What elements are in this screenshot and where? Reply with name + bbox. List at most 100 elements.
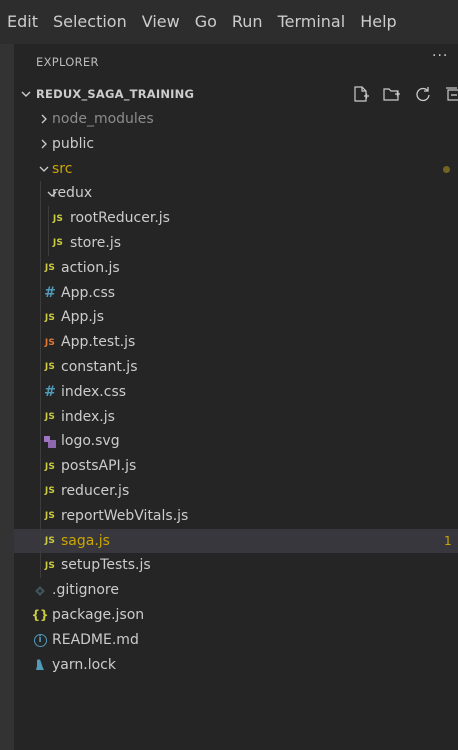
json-file-icon: {} [31,608,49,623]
tree-file-row[interactable]: JS rootReducer.js [14,206,458,231]
tree-item-label: src [52,160,73,177]
indent-guide [40,503,41,529]
explorer-header: EXPLORER ··· [14,44,458,80]
tree-item-label: redux [52,185,93,202]
tree-file-row[interactable]: JS action.js [14,255,458,281]
tree-folder-row[interactable]: redux [14,181,458,207]
modified-dot-icon [443,165,450,173]
menu-help[interactable]: Help [353,0,404,44]
indent-guide [48,231,49,256]
javascript-file-icon: JS [44,337,56,348]
javascript-file-icon: JS [44,486,56,497]
tree-item-label: constant.js [61,359,138,375]
indent-guide [40,379,41,405]
explorer-sidebar: EXPLORER ··· REDUX_SAGA_TRAINING node_mo… [14,44,458,750]
tree-folder-row[interactable]: public [14,132,458,157]
tree-item-label: yarn.lock [52,656,116,673]
indent-guide [40,255,41,281]
tree-item-label: node_modules [52,111,154,127]
new-file-icon[interactable] [352,85,370,103]
menu-run[interactable]: Run [225,0,271,44]
tree-file-row[interactable]: JS postsAPI.js [14,454,458,479]
tree-file-row[interactable]: # index.css [14,379,458,405]
tree-item-label: reducer.js [61,483,130,499]
collapse-all-icon[interactable] [444,85,458,103]
tree-file-row[interactable]: JS App.js [14,305,458,331]
tree-file-row[interactable]: JS constant.js [14,355,458,380]
tree-item-label: setupTests.js [61,557,151,574]
tree-file-row[interactable]: logo.svg [14,429,458,455]
tree-item-label: .gitignore [52,582,119,599]
css-file-icon: # [44,284,56,301]
workspace-folder-name: REDUX_SAGA_TRAINING [36,87,195,101]
tree-item-label: index.js [61,408,115,425]
git-file-icon [32,578,48,603]
new-folder-icon[interactable] [383,85,401,103]
menu-view[interactable]: View [135,0,188,44]
javascript-file-icon: JS [44,511,56,522]
indent-guide [40,429,41,455]
tree-item-label: store.js [70,235,122,251]
problem-count-badge: 1 [444,533,452,548]
indent-guide [40,231,41,256]
yarn-file-icon [32,653,48,678]
tree-file-row[interactable]: .gitignore [14,578,458,603]
indent-guide [40,330,41,355]
tree-file-row[interactable]: {} package.json [14,603,458,628]
tree-item-label: reportWebVitals.js [61,507,189,524]
menu-selection[interactable]: Selection [46,0,135,44]
chevron-right-icon [36,132,52,157]
tree-file-row[interactable]: JS store.js [14,231,458,256]
chevron-down-icon [36,157,52,182]
chevron-down-icon [21,91,31,97]
tree-file-row[interactable]: JS saga.js 1 [14,528,458,554]
workspace-folder-header[interactable]: REDUX_SAGA_TRAINING [14,82,458,106]
indent-guide [40,404,41,430]
tree-file-row[interactable]: JS App.test.js [14,330,458,355]
menu-terminal[interactable]: Terminal [271,0,354,44]
tree-item-label: package.json [52,607,145,623]
javascript-file-icon: JS [44,411,56,422]
refresh-icon[interactable] [414,85,432,103]
indent-guide [40,479,41,504]
indent-guide [40,528,41,554]
info-icon: i [32,628,48,653]
tree-file-row[interactable]: # App.css [14,280,458,306]
javascript-file-icon: JS [52,238,64,249]
indent-guide [40,355,41,380]
menu-go[interactable]: Go [188,0,225,44]
tree-item-label: public [52,135,95,152]
javascript-file-icon: JS [44,263,56,274]
javascript-file-icon: JS [44,461,56,472]
tree-file-row[interactable]: JS index.js [14,404,458,430]
indent-guide [48,206,49,231]
tree-file-row[interactable]: JS setupTests.js [14,553,458,579]
ellipsis-icon[interactable]: ··· [432,48,448,64]
tree-item-label: README.md [52,631,139,648]
activity-bar [0,44,14,750]
tree-folder-row[interactable]: src [14,157,458,182]
tree-file-row[interactable]: JS reducer.js [14,479,458,504]
indent-guide [40,181,41,207]
tree-file-row[interactable]: i README.md [14,628,458,653]
tree-item-label: App.css [61,284,116,301]
tree-folder-row[interactable]: node_modules [14,107,458,132]
tree-item-label: action.js [61,259,120,276]
menu-edit[interactable]: Edit [0,0,46,44]
chevron-right-icon [36,107,52,132]
javascript-file-icon: JS [44,312,56,323]
explorer-title: EXPLORER [36,55,99,69]
indent-guide [40,305,41,331]
indent-guide [40,553,41,579]
tree-item-label: postsAPI.js [61,458,137,475]
tree-file-row[interactable]: yarn.lock [14,653,458,678]
javascript-file-icon: JS [44,535,56,546]
indent-guide [40,280,41,306]
tree-item-label: index.css [61,383,127,400]
tree-file-row[interactable]: JS reportWebVitals.js [14,503,458,529]
tree-item-label: App.test.js [61,334,136,351]
tree-item-label: saga.js [61,532,110,549]
tree-item-label: rootReducer.js [70,210,170,227]
vscode-window: Edit Selection View Go Run Terminal Help EXPLO… [0,0,458,750]
svg-file-icon [42,429,58,454]
